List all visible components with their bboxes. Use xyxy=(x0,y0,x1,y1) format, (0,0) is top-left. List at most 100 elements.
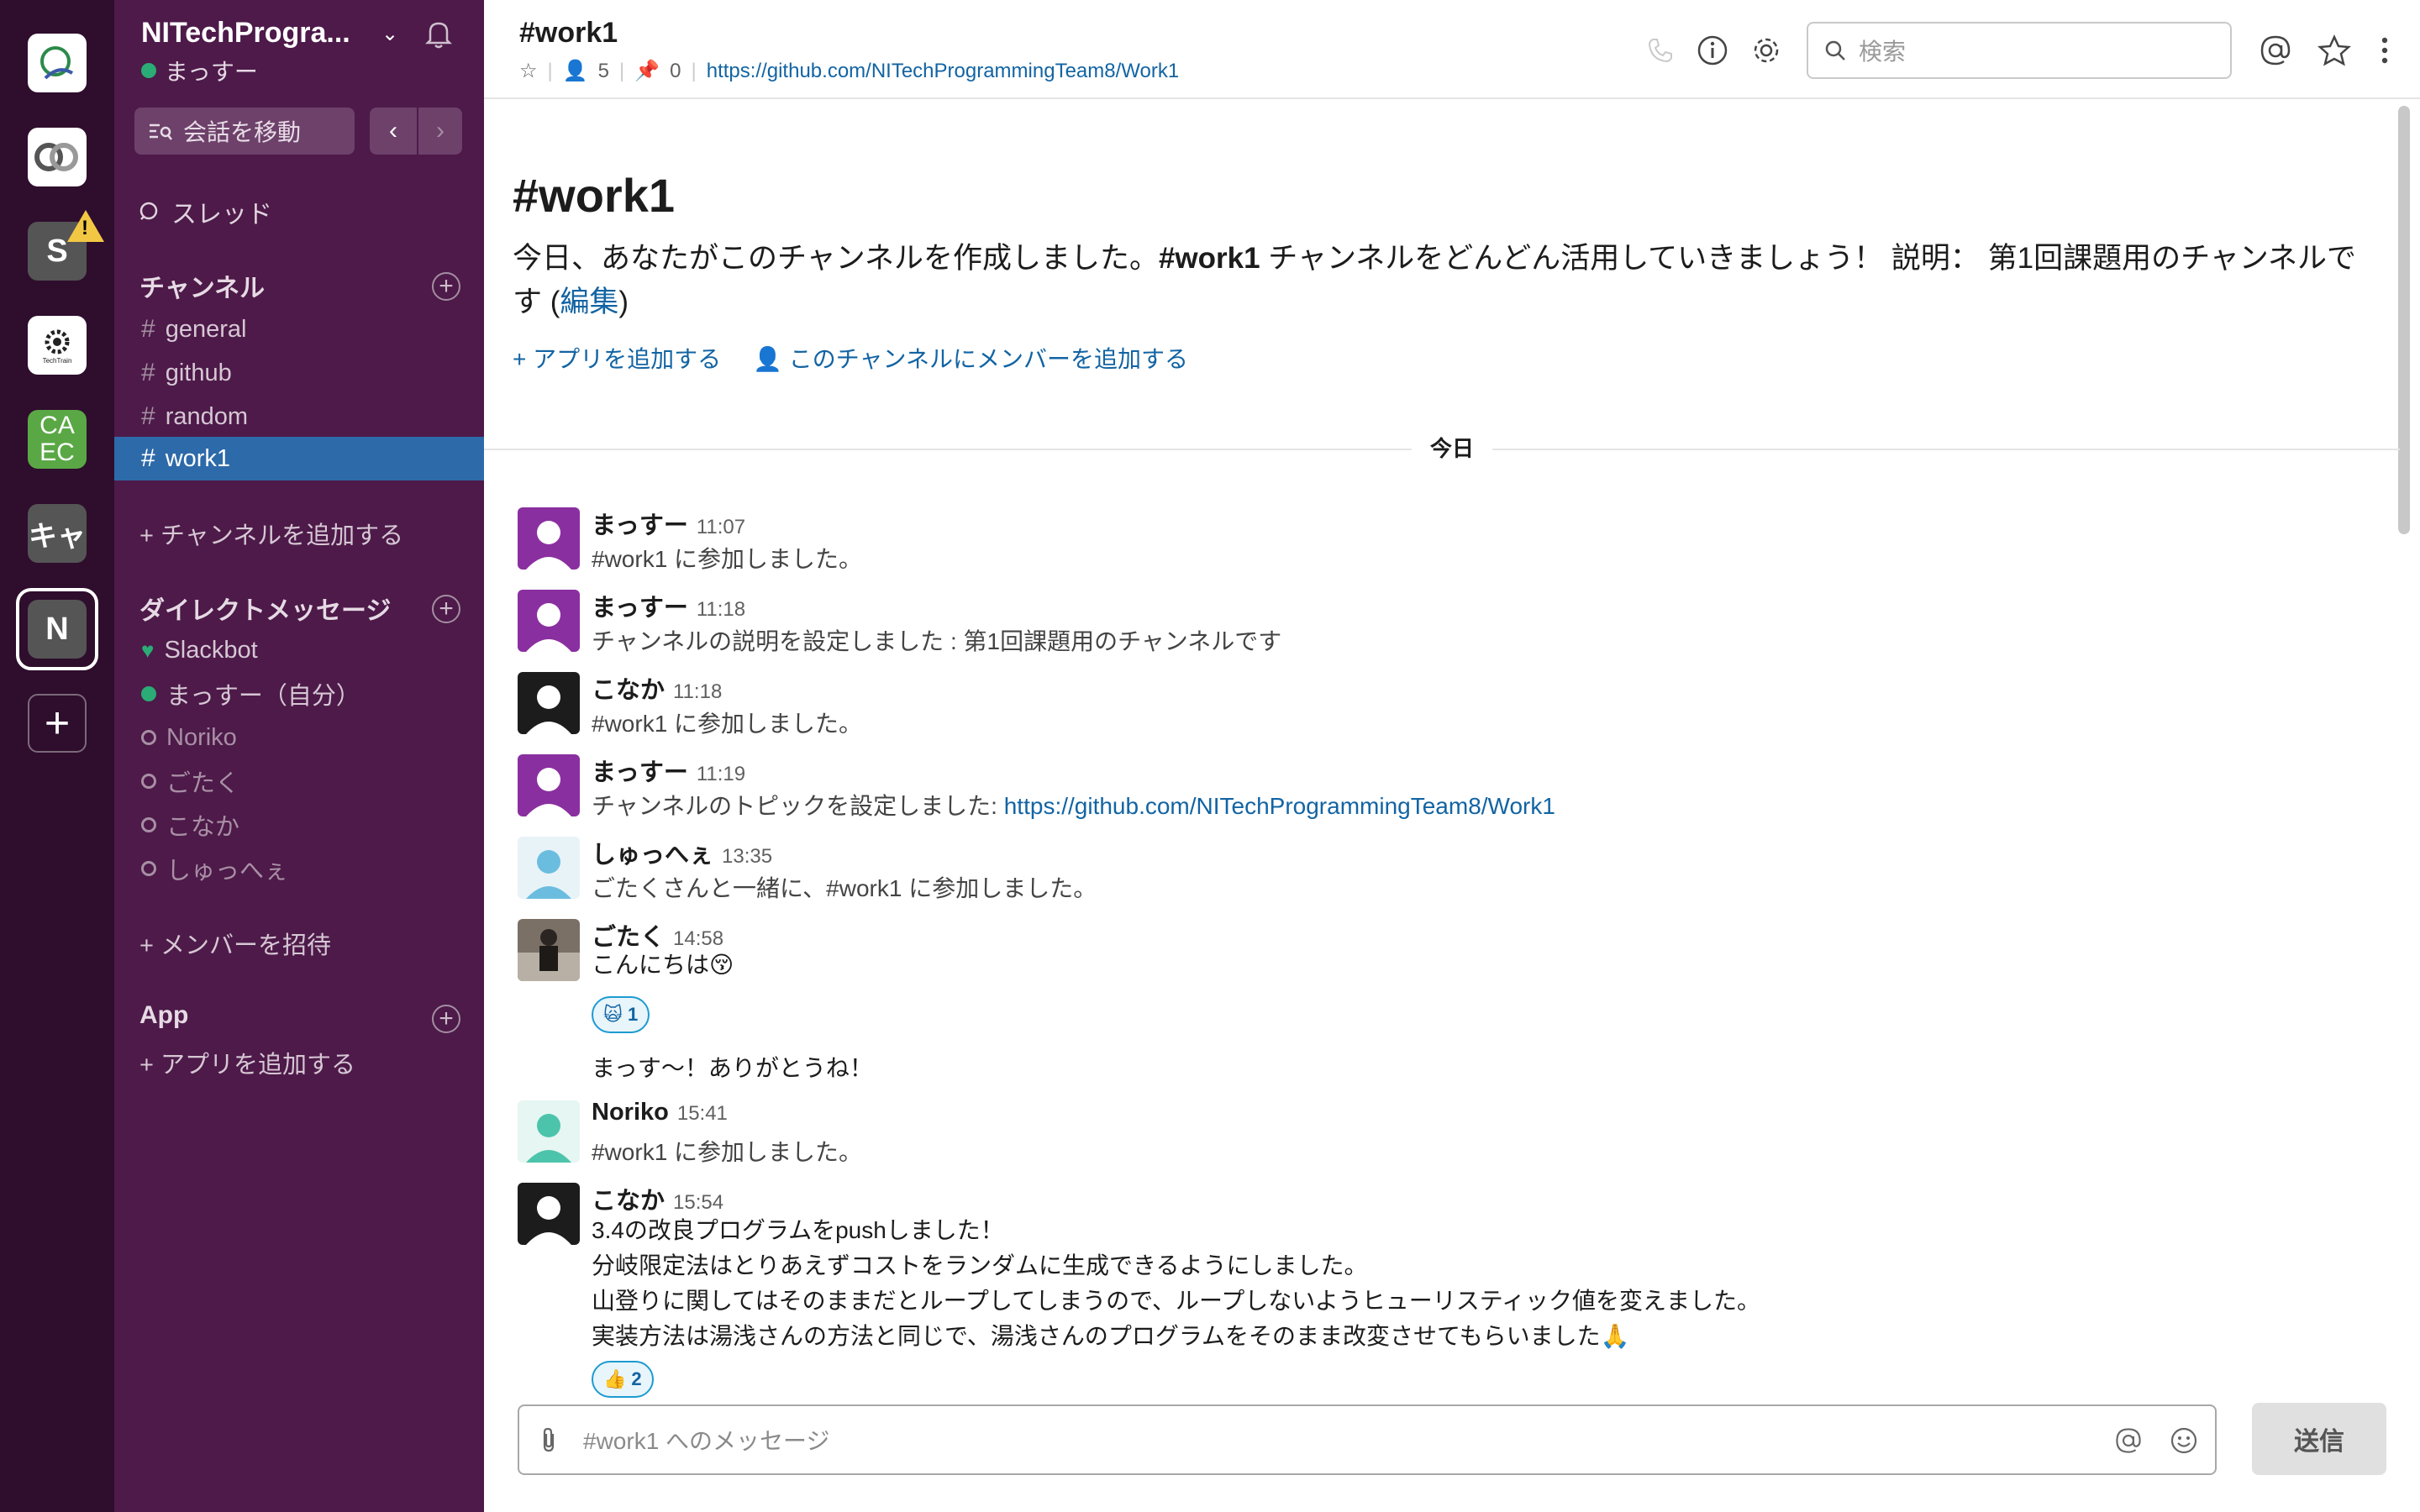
avatar[interactable] xyxy=(518,1100,580,1163)
star-icon[interactable]: ☆ xyxy=(519,59,538,83)
avatar[interactable] xyxy=(518,507,580,570)
member-count[interactable]: 5 xyxy=(598,60,609,83)
online-status-icon xyxy=(141,686,156,701)
reaction-emoji: 👍 xyxy=(603,1368,627,1389)
direct-messages-header[interactable]: ダイレクトメッセージ xyxy=(139,590,391,627)
dm-name: Noriko xyxy=(166,723,237,751)
add-app-icon[interactable]: + xyxy=(432,1005,460,1033)
phone-icon[interactable] xyxy=(1642,32,1679,69)
message-text: 3.4の改良プログラムをpushしました！ 分岐限定法はとりあえずコストをランダ… xyxy=(592,1217,1761,1349)
send-button[interactable]: 送信 xyxy=(2252,1403,2386,1475)
avatar[interactable] xyxy=(518,754,580,816)
starred-items-icon[interactable] xyxy=(2316,32,2353,69)
topic-link[interactable]: https://github.com/NITechProgrammingTeam… xyxy=(707,60,1179,83)
add-app-link[interactable]: + アプリを追加する xyxy=(139,1045,355,1080)
jump-to-button[interactable]: 会話を移動 xyxy=(134,108,355,155)
back-arrow-icon[interactable]: ‹ xyxy=(370,108,417,155)
members-icon[interactable]: 👤 xyxy=(563,59,588,83)
workspace-techtrain-logo-icon[interactable]: TechTrain xyxy=(28,316,87,375)
workspace-n[interactable]: N xyxy=(28,600,87,659)
message-time[interactable]: 11:07 xyxy=(697,516,745,539)
message-text: #work1 に参加しました。 xyxy=(592,546,863,572)
person-icon: 👤 xyxy=(753,346,789,372)
sidebar-item-noriko[interactable]: Noriko xyxy=(114,716,484,759)
workspace-kya[interactable]: キャ xyxy=(28,504,87,563)
pin-icon[interactable]: 📌 xyxy=(634,59,660,83)
gear-icon[interactable] xyxy=(1748,32,1785,69)
sidebar-item-self[interactable]: まっすー（自分） xyxy=(114,672,484,716)
forward-arrow-icon[interactable]: › xyxy=(418,108,462,155)
reaction-button[interactable]: 🙀 1 xyxy=(592,996,650,1033)
workspace-q-logo-icon[interactable] xyxy=(28,34,87,92)
heart-icon: ♥ xyxy=(141,637,155,663)
dm-name: しゅっへぇ xyxy=(166,858,289,885)
sidebar-item-threads[interactable]: スレッド xyxy=(138,193,272,230)
workspace-caec[interactable]: CA EC xyxy=(28,410,87,469)
message-time[interactable]: 15:41 xyxy=(677,1102,728,1126)
workspace-co-logo-icon[interactable] xyxy=(28,128,87,186)
message-author[interactable]: こなか xyxy=(592,1181,665,1216)
sidebar-item-slackbot[interactable]: ♥ Slackbot xyxy=(114,628,484,672)
channels-header[interactable]: チャンネル xyxy=(139,267,265,304)
apps-header[interactable]: App xyxy=(139,1001,188,1030)
info-icon[interactable] xyxy=(1694,32,1731,69)
avatar[interactable] xyxy=(518,837,580,899)
sidebar-item-random[interactable]: # random xyxy=(114,395,484,438)
invite-members-link[interactable]: + メンバーを招待 xyxy=(139,926,331,961)
message-time[interactable]: 11:19 xyxy=(697,763,745,786)
chevron-down-icon[interactable]: ⌄ xyxy=(381,22,398,46)
emoji-icon[interactable] xyxy=(2170,1426,2198,1455)
sidebar-item-shuhhe[interactable]: しゅっへぇ xyxy=(114,847,484,890)
mentions-icon[interactable] xyxy=(2257,32,2294,69)
message-time[interactable]: 11:18 xyxy=(673,680,722,704)
message-input[interactable]: #work1 へのメッセージ xyxy=(518,1404,2217,1475)
sidebar-item-github[interactable]: # github xyxy=(114,351,484,395)
team-name[interactable]: NITechProgra... xyxy=(141,17,350,50)
message-time[interactable]: 13:35 xyxy=(722,845,772,869)
search-input[interactable]: 検索 xyxy=(1807,22,2232,79)
message-author[interactable]: まっすー xyxy=(592,588,688,623)
message-time[interactable]: 15:54 xyxy=(673,1191,723,1215)
add-member-button[interactable]: 👤 このチャンネルにメンバーを追加する xyxy=(753,341,1188,375)
add-channel-link[interactable]: + チャンネルを追加する xyxy=(139,516,403,551)
avatar[interactable] xyxy=(518,919,580,981)
add-dm-icon[interactable]: + xyxy=(432,595,460,623)
intro-actions: + アプリを追加する 👤 このチャンネルにメンバーを追加する xyxy=(513,341,1188,375)
away-status-icon xyxy=(141,774,156,789)
jump-to-label: 会話を移動 xyxy=(183,119,302,145)
message-time[interactable]: 11:18 xyxy=(697,598,745,622)
message-author[interactable]: まっすー xyxy=(592,753,688,788)
sidebar-item-general[interactable]: # general xyxy=(114,307,484,351)
edit-link[interactable]: 編集 xyxy=(560,286,618,318)
bell-icon[interactable] xyxy=(420,15,457,52)
add-workspace-button[interactable]: + xyxy=(28,694,87,753)
avatar[interactable] xyxy=(518,1183,580,1245)
message-author[interactable]: しゅっへぇ xyxy=(592,835,713,870)
sidebar-item-gotaku[interactable]: ごたく xyxy=(114,759,484,803)
message-continuation[interactable]: まっす〜！ありがとうね！ xyxy=(592,1050,873,1084)
mention-icon[interactable] xyxy=(2114,1426,2143,1455)
avatar[interactable] xyxy=(518,672,580,734)
more-options-icon[interactable] xyxy=(2366,32,2403,69)
add-app-button[interactable]: + アプリを追加する xyxy=(513,341,721,375)
add-channel-icon[interactable]: + xyxy=(432,272,460,301)
message-author[interactable]: まっすー xyxy=(592,506,688,541)
reaction-count: 2 xyxy=(631,1368,642,1389)
reaction-count: 1 xyxy=(627,1004,639,1025)
avatar[interactable] xyxy=(518,590,580,652)
user-name: まっすー xyxy=(165,59,258,85)
away-status-icon xyxy=(141,817,156,832)
topic-link[interactable]: https://github.com/NITechProgrammingTeam… xyxy=(1004,793,1555,819)
dm-name: こなか xyxy=(166,814,240,841)
reaction-button[interactable]: 👍 2 xyxy=(592,1361,654,1398)
main-pane: #work1 ☆ | 👤 5 | 📌 0 | https://github.co… xyxy=(484,0,2420,1512)
pin-count[interactable]: 0 xyxy=(670,60,681,83)
channel-title[interactable]: #work1 xyxy=(519,17,618,50)
attachment-icon[interactable] xyxy=(538,1425,560,1454)
scrollbar[interactable] xyxy=(2398,106,2410,534)
message-author[interactable]: こなか xyxy=(592,670,665,706)
sidebar-item-work1[interactable]: # work1 xyxy=(114,437,484,480)
sidebar-item-konaka[interactable]: こなか xyxy=(114,803,484,847)
user-status[interactable]: まっすー xyxy=(141,54,258,87)
message-author[interactable]: Noriko xyxy=(592,1099,669,1126)
